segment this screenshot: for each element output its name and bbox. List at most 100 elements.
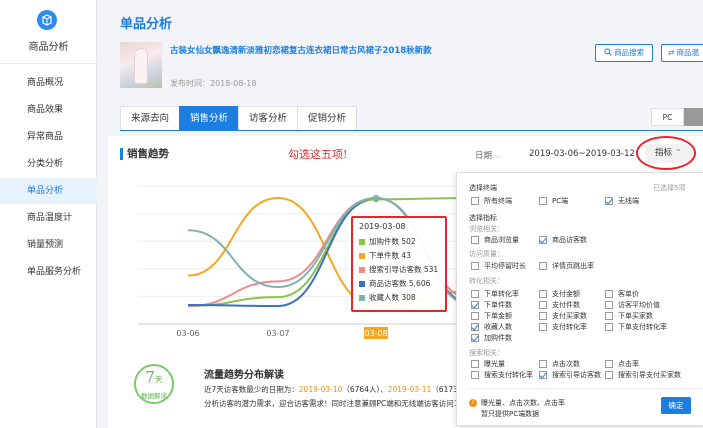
search-option-checkbox[interactable] [471,371,479,379]
tooltip-value: 502 [401,237,416,246]
search-option-checkbox[interactable] [605,360,613,368]
conversion-option-label[interactable]: 支付件数 [552,300,580,310]
conversion-option-checkbox[interactable] [539,301,547,309]
terminal-option-checkbox[interactable] [471,197,479,205]
search-icon [604,48,612,56]
traffic-option-checkbox[interactable] [471,236,479,244]
conversion-option-checkbox[interactable] [471,312,479,320]
warning-icon: ! [469,399,477,407]
sidebar-item-overview[interactable]: 商品概况 [0,70,97,96]
legend-swatch [359,239,365,245]
search-option-label[interactable]: 搜索支付转化率 [484,370,533,380]
panel-divider [467,388,703,389]
x-tick-label: 03-07 [266,329,289,338]
tooltip-row: 下单件数 43 [359,249,439,263]
conversion-option-checkbox[interactable] [605,312,613,320]
visit-option-checkbox[interactable] [539,262,547,270]
product-thumbnail[interactable] [120,42,162,88]
terminal-option-label[interactable]: 所有终端 [484,196,512,206]
product-search-button[interactable]: 商品搜索 [595,44,653,62]
conversion-option-checkbox[interactable] [539,312,547,320]
conversion-option-checkbox[interactable] [539,323,547,331]
conversion-option-checkbox[interactable] [471,301,479,309]
conversion-option-checkbox[interactable] [471,290,479,298]
search-option-label[interactable]: 点击次数 [552,359,580,369]
device-wireless-option[interactable] [684,108,703,126]
terminal-option-label[interactable]: 无线端 [618,196,639,206]
tab-visitors[interactable]: 访客分析 [238,106,298,131]
terminal-title: 选择终端 [469,184,497,192]
search-option-label[interactable]: 搜索引导访客数 [552,370,601,380]
annotation-text: 勾选这五项! [288,148,348,161]
selected-count: 已选择5项 [653,184,686,192]
conversion-option-label[interactable]: 支付转化率 [552,322,587,332]
chart-tooltip: 2019-03-08 加购件数 502 下单件数 43 搜索引导访客数 531 商品访… [351,216,447,312]
conversion-option-checkbox[interactable] [605,301,613,309]
search-option-checkbox[interactable] [471,360,479,368]
traffic-group: 浏览相关： [469,225,504,233]
visit-option-checkbox[interactable] [471,262,479,270]
conversion-option-checkbox[interactable] [539,290,547,298]
annotation-circle [636,136,696,170]
conversion-option-checkbox[interactable] [605,323,613,331]
conversion-option-label[interactable]: 加购件数 [484,333,512,343]
conversion-option-label[interactable]: 下单支付转化率 [618,322,667,332]
tooltip-row: 收藏人数 308 [359,291,439,305]
traffic-option-label[interactable]: 商品访客数 [552,235,587,245]
sidebar-item-abnormal[interactable]: 异常商品 [0,124,97,150]
conversion-option-label[interactable]: 下单转化率 [484,289,519,299]
search-option-label[interactable]: 搜索引导支付买家数 [618,370,681,380]
terminal-option-checkbox[interactable] [605,197,613,205]
legend-swatch [359,267,365,273]
date-dropdown[interactable]: 日期 ⌵ [475,149,501,161]
conversion-option-checkbox[interactable] [471,323,479,331]
interpretation-value-1: （6764人）、 [342,385,388,394]
search-option-checkbox[interactable] [539,360,547,368]
tooltip-label: 下单件数 [369,251,402,260]
product-title[interactable]: 古装女仙女飘逸清新淡雅初恋裙复古连衣裙日常古风裙子2018秋新款 [170,44,432,56]
traffic-option-checkbox[interactable] [539,236,547,244]
interpretation-line-2: 分析访客的潜力需求，迎合访客需求！同时注意兼顾PC端和无线端访客访问习惯 [204,399,466,408]
publish-time: 发布时间：2018-08-18 [170,79,257,88]
product-compare-button[interactable]: ⇄ 商品温 [661,44,703,62]
device-pc-option[interactable]: PC [651,108,684,126]
search-option-checkbox[interactable] [539,371,547,379]
conversion-option-label[interactable]: 支付买家数 [552,311,587,321]
conversion-option-label[interactable]: 下单件数 [484,300,512,310]
legend-swatch [359,281,365,287]
sidebar-item-effect[interactable]: 商品效果 [0,97,97,123]
search-option-checkbox[interactable] [605,371,613,379]
analysis-tabs: 来源去向 销售分析 访客分析 促销分析 [120,106,358,131]
swap-icon: ⇄ [668,48,677,57]
terminal-option-checkbox[interactable] [539,197,547,205]
conversion-option-label[interactable]: 下单买家数 [618,311,653,321]
visit-option-label[interactable]: 详情页跳出率 [552,261,594,271]
tooltip-date: 2019-03-08 [359,222,406,231]
interpretation-badge: 7天 数据解读 [134,364,174,404]
visit-option-label[interactable]: 平均停留时长 [484,261,526,271]
device-toggle[interactable]: PC [651,108,703,126]
sidebar-item-category[interactable]: 分类分析 [0,151,97,177]
date-range[interactable]: 2019-03-06~2019-03-12 [529,149,635,159]
conversion-option-label[interactable]: 客单价 [618,289,639,299]
search-option-label[interactable]: 曝光量 [484,359,505,369]
tooltip-value: 43 [401,251,411,260]
sidebar-item-thermometer[interactable]: 商品温度计 [0,205,97,231]
terminal-option-label[interactable]: PC端 [552,196,568,206]
search-option-label[interactable]: 点击率 [618,359,639,369]
traffic-option-label[interactable]: 商品浏览量 [484,235,519,245]
conversion-option-checkbox[interactable] [605,290,613,298]
tab-source[interactable]: 来源去向 [120,106,180,131]
conversion-option-label[interactable]: 下单金额 [484,311,512,321]
conversion-option-label[interactable]: 支付金额 [552,289,580,299]
conversion-option-checkbox[interactable] [471,334,479,342]
conversion-option-label[interactable]: 收藏人数 [484,322,512,332]
tab-promotion[interactable]: 促销分析 [297,106,358,131]
tab-sales[interactable]: 销售分析 [179,106,239,131]
confirm-button[interactable]: 确定 [661,397,691,414]
sidebar-item-sales-forecast[interactable]: 销量预测 [0,232,97,258]
sidebar-item-service[interactable]: 单品服务分析 [0,259,97,285]
conversion-option-label[interactable]: 访客平均价值 [618,300,660,310]
sidebar-item-single-product[interactable]: 单品分析 [0,178,97,204]
interpretation-days: 7 [145,368,155,386]
